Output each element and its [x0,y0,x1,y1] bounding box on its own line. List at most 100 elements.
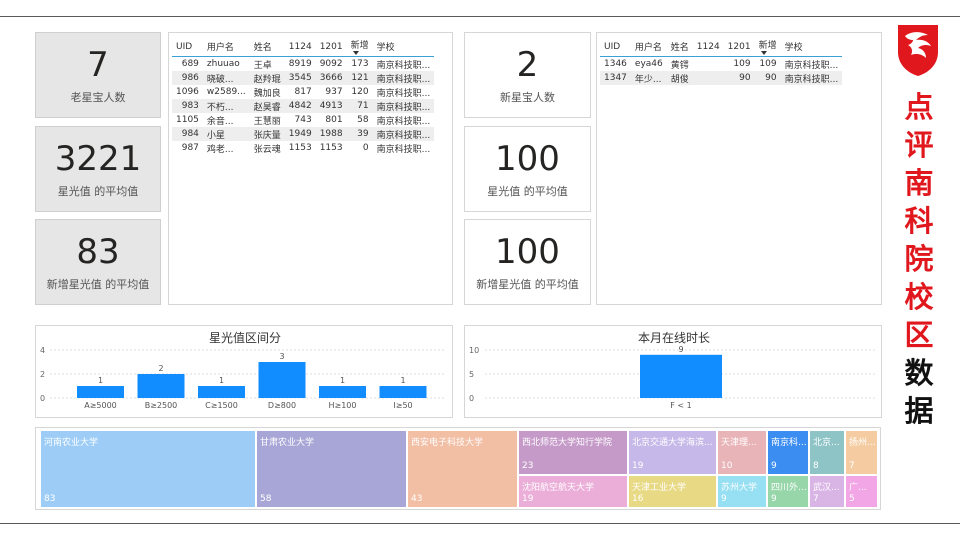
x-tick-label: D≥800 [268,401,296,410]
treemap-tile[interactable]: 广... 5 [845,475,878,508]
col-new[interactable]: 新增 [755,37,781,57]
treemap-tile[interactable]: 甘肃农业大学 58 [256,430,407,508]
data-label: 1 [98,376,103,385]
bar[interactable] [319,386,366,398]
col-new-label: 新增 [350,41,369,51]
table-cell: 王卓 [253,60,272,71]
bar[interactable] [258,362,306,398]
treemap-tile[interactable]: 河南农业大学 83 [40,430,256,508]
table-cell: 4913 [315,99,347,113]
treemap-tile-label: 武汉... [813,483,840,493]
table-row[interactable]: 983 不朽... 赵昊睿 4842 4913 71 南京科技职... [172,99,435,113]
treemap-tile[interactable]: 天津工业大学 16 [628,475,717,508]
col-uid[interactable]: UID [600,37,631,57]
kpi-avg-new-star-card[interactable]: 83 新增星光值 的平均值 [35,219,161,305]
treemap-tile[interactable]: 武汉... 7 [809,475,845,508]
table-row[interactable]: 1347 年少... 胡俊 90 90 南京科技职... [600,71,843,85]
treemap-tile-value: 9 [721,494,727,504]
y-tick-label: 0 [469,394,474,403]
col-1201[interactable]: 1201 [316,37,347,57]
old-users-table[interactable]: UID 用户名 姓名 1124 1201 新增 学校 689 zhuuao 王卓 89… [172,37,435,155]
table-cell: 南京科技职... [376,144,431,155]
kpi-new-users-card[interactable]: 2 新星宝人数 [464,32,591,118]
table-cell: 937 [325,87,343,97]
treemap-tile[interactable]: 西安电子科技大学 43 [407,430,518,508]
col-1124[interactable]: 1124 [693,37,724,57]
treemap-tile-value: 9 [771,461,777,471]
col-school[interactable]: 学校 [373,37,435,57]
treemap-tile-value: 9 [771,494,777,504]
table-row[interactable]: 987 鸡老... 张云魂 1153 1153 0 南京科技职... [172,141,434,155]
table-cell: 1949 [284,127,316,141]
data-label: 1 [219,376,224,385]
table-cell: 南京科技职... [376,116,431,127]
data-label: 1 [400,376,405,385]
col-uid[interactable]: UID [172,37,203,57]
treemap-tile[interactable]: 四川外... 9 [767,475,809,508]
new-users-table[interactable]: UID 用户名 姓名 1124 1201 新增 学校 1346 eya46 黄锷 10… [600,37,843,85]
table-cell: 689 [181,59,199,69]
treemap-tile[interactable]: 苏州大学 9 [717,475,767,508]
table-header-row: UID 用户名 姓名 1124 1201 新增 学校 [172,37,435,57]
table-row[interactable]: 1096 w2589... 魏加良 817 937 120 南京科技职... [172,85,434,99]
table-cell: 南京科技职... [780,71,843,85]
table-row[interactable]: 1105 余音... 王慧丽 743 801 58 南京科技职... [172,113,434,127]
treemap-tile[interactable]: 天津理... 10 [717,430,767,475]
new-users-table-panel[interactable]: UID 用户名 姓名 1124 1201 新增 学校 1346 eya46 黄锷 10… [596,32,882,305]
msi-dragon-shield-icon [898,25,938,76]
table-cell: 987 [181,143,199,153]
table-row[interactable]: 984 小星 张庆量 1949 1988 39 南京科技职... [172,127,435,141]
col-username[interactable]: 用户名 [203,37,250,57]
data-label: 2 [158,364,163,373]
treemap-tile-value: 10 [721,461,733,471]
data-label: 3 [279,352,284,361]
bar[interactable] [77,386,124,398]
table-cell: eya46 [634,59,663,69]
bar[interactable] [640,354,722,398]
table-cell [692,71,724,85]
treemap-tile-label: 南京科... [771,438,807,448]
online-time-chart-panel[interactable]: 本月在线时长 10 5 0 9 F < 1 [464,325,882,418]
kpi-old-users-card[interactable]: 7 老星宝人数 [35,32,161,118]
col-new[interactable]: 新增 [347,37,373,57]
treemap-tile[interactable]: 西北师范大学知行学院 23 [518,430,628,475]
treemap-tile-value: 23 [522,461,534,471]
table-row[interactable]: 689 zhuuao 王卓 8919 9092 173 南京科技职... [172,57,434,72]
treemap-tile[interactable]: 沈阳航空航天大学 19 [518,475,628,508]
bar[interactable] [379,386,427,398]
table-row[interactable]: 1346 eya46 黄锷 109 109 南京科技职... [600,57,842,72]
col-name[interactable]: 姓名 [667,37,693,57]
top-divider [0,16,960,17]
x-tick-label: C≥1500 [205,401,238,410]
online-time-bar-chart: 10 5 0 9 F < 1 [469,345,875,410]
col-name[interactable]: 姓名 [250,37,285,57]
table-cell: 1153 [288,143,312,153]
treemap-tile[interactable]: 北京... 8 [809,430,845,475]
treemap-tile[interactable]: 北京交通大学海滨... 19 [628,430,717,475]
star-range-chart-panel[interactable]: 星光值区间分 4 2 0 1 A≥5000 2 B≥2500 1 C≥1500 3 D≥800 1 H≥… [35,325,453,418]
col-school[interactable]: 学校 [781,37,843,57]
bar[interactable] [137,374,185,398]
table-header-row: UID 用户名 姓名 1124 1201 新增 学校 [600,37,843,57]
treemap-tile[interactable]: 南京科... 9 [767,430,809,475]
table-cell: 胡俊 [666,71,693,85]
old-users-table-panel[interactable]: UID 用户名 姓名 1124 1201 新增 学校 689 zhuuao 王卓 89… [168,32,453,305]
table-row[interactable]: 986 晓破... 赵羚琨 3545 3666 121 南京科技职... [172,71,435,85]
kpi-avg-star-card[interactable]: 3221 星光值 的平均值 [35,126,161,212]
col-1124[interactable]: 1124 [285,37,316,57]
kpi-new-avg-new-star-card[interactable]: 100 新增星光值 的平均值 [464,219,591,305]
treemap-tile[interactable]: 扬州... 7 [845,430,878,475]
x-tick-label: I≥50 [393,401,412,410]
school-treemap[interactable]: 河南农业大学 83 甘肃农业大学 58 西安电子科技大学 43 西北师范大学知行学院 23 沈阳… [35,427,881,510]
bar[interactable] [198,386,245,398]
side-title-char: 院 [904,242,934,276]
table-cell: 4842 [284,99,316,113]
table-cell: 1346 [604,59,627,69]
col-username[interactable]: 用户名 [631,37,667,57]
data-label: 9 [678,345,683,354]
table-cell: 1153 [319,143,343,153]
table-cell: 年少... [630,71,667,85]
table-cell: 小星 [202,127,250,141]
col-1201[interactable]: 1201 [724,37,755,57]
kpi-new-avg-star-card[interactable]: 100 星光值 的平均值 [464,126,591,212]
